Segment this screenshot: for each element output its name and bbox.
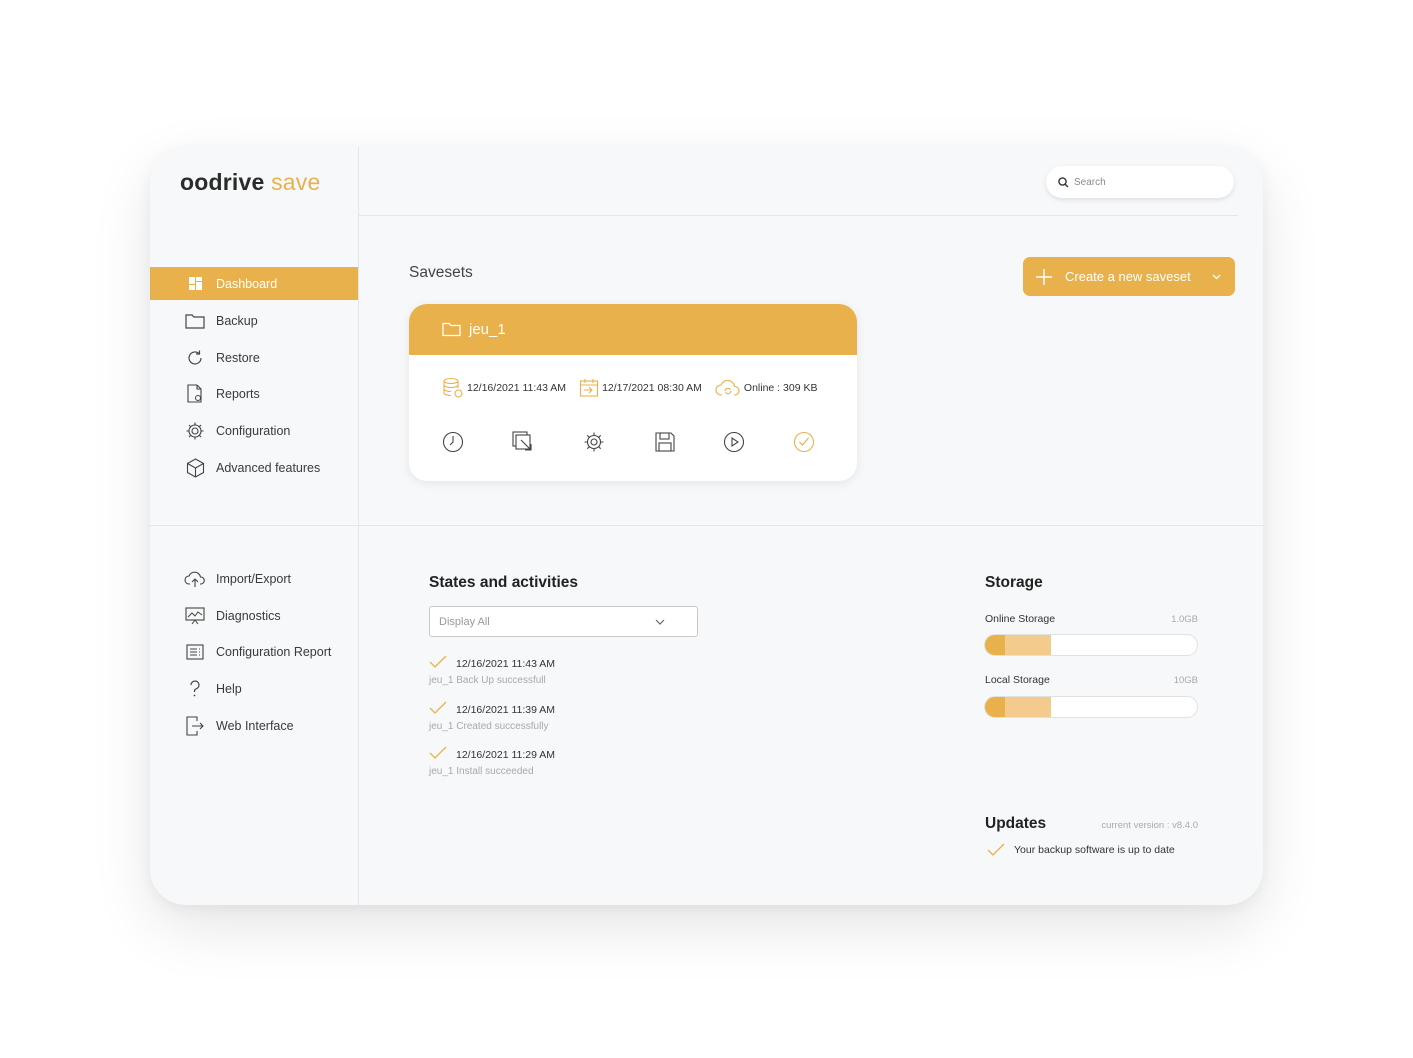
restore-icon [184, 347, 206, 369]
gear-icon [184, 420, 206, 442]
chevron-down-icon[interactable] [1212, 274, 1221, 280]
sidebar-divider [358, 147, 359, 905]
update-status-text: Your backup software is up to date [1014, 844, 1175, 856]
sidebar-item-help[interactable]: Help [150, 672, 358, 705]
saveset-card[interactable]: jeu_1 12/16/2021 11:43 AM 12/17/2021 08:… [409, 304, 857, 481]
check-icon [987, 843, 1005, 857]
plus-icon [1035, 268, 1053, 286]
updates-title: Updates [985, 815, 1047, 832]
sidebar-item-label: Reports [216, 386, 260, 401]
help-icon [184, 678, 206, 700]
storage-title: Storage [985, 574, 1043, 591]
sidebar-item-import-export[interactable]: Import/Export [150, 562, 358, 595]
saveset-actions [442, 431, 815, 453]
online-storage-label: Online Storage [985, 613, 1056, 625]
sidebar-item-label: Dashboard [216, 276, 278, 291]
create-saveset-label: Create a new saveset [1065, 269, 1191, 284]
app-window: oodrive save Dashboard Backup Restore Re… [150, 147, 1263, 905]
activity-datetime: 12/16/2021 11:43 AM [456, 658, 556, 670]
sidebar-item-label: Diagnostics [216, 608, 281, 623]
header-divider [359, 215, 1238, 216]
saveset-info-row: 12/16/2021 11:43 AM 12/17/2021 08:30 AM … [442, 377, 817, 399]
dashboard-icon [184, 273, 206, 295]
sidebar-item-label: Import/Export [216, 571, 292, 586]
savesets-title: Savesets [409, 264, 473, 281]
check-icon [429, 655, 447, 669]
update-status: Your backup software is up to date [987, 843, 1175, 857]
last-backup-date: 12/16/2021 11:43 AM [467, 382, 567, 394]
save-icon[interactable] [654, 431, 676, 453]
sidebar-item-label: Backup [216, 313, 258, 328]
sidebar-item-label: Configuration Report [216, 644, 332, 659]
sidebar-item-label: Advanced features [216, 460, 321, 475]
sidebar-item-configuration[interactable]: Configuration [150, 414, 358, 447]
sidebar-item-configuration-report[interactable]: Configuration Report [150, 635, 358, 668]
folder-icon [184, 310, 206, 332]
sidebar-item-restore[interactable]: Restore [150, 341, 358, 374]
sidebar-item-label: Configuration [216, 423, 291, 438]
sidebar-item-label: Help [216, 681, 242, 696]
chevron-down-icon [655, 619, 665, 625]
activity-datetime: 12/16/2021 11:29 AM [456, 749, 556, 761]
search-input[interactable] [1074, 176, 1214, 188]
activity-item: 12/16/2021 11:43 AM jeu_1 Back Up succes… [429, 655, 729, 695]
search-icon [1058, 176, 1069, 188]
check-icon [429, 701, 447, 715]
sidebar-item-label: Web Interface [216, 718, 294, 733]
sidebar-item-label: Restore [216, 350, 260, 365]
cube-icon [184, 457, 206, 479]
current-version: current version : v8.4.0 [1101, 820, 1198, 831]
online-size: Online : 309 KB [743, 382, 818, 394]
activity-item: 12/16/2021 11:29 AM jeu_1 Install succee… [429, 746, 729, 786]
search-box[interactable] [1046, 166, 1234, 198]
activities-title: States and activities [429, 574, 579, 591]
sidebar-item-web-interface[interactable]: Web Interface [150, 709, 358, 742]
list-icon [184, 641, 206, 663]
activity-description: jeu_1 Install succeeded [429, 766, 534, 777]
next-backup-date: 12/17/2021 08:30 AM [602, 382, 702, 394]
check-icon [429, 746, 447, 760]
exit-icon [184, 715, 206, 737]
report-icon [184, 383, 206, 405]
sidebar-item-reports[interactable]: Reports [150, 377, 358, 410]
activity-item: 12/16/2021 11:39 AM jeu_1 Created succes… [429, 701, 729, 741]
app-logo: oodrive save [180, 169, 321, 195]
activities-filter-select[interactable]: Display All [429, 606, 698, 637]
section-divider [150, 525, 1263, 526]
online-storage-bar [984, 634, 1198, 656]
create-saveset-button[interactable]: Create a new saveset [1023, 257, 1235, 296]
database-icon [443, 377, 463, 398]
play-icon[interactable] [723, 431, 745, 453]
sidebar-item-backup[interactable]: Backup [150, 304, 358, 337]
cloud-sync-icon [715, 379, 740, 396]
diagnostics-icon [184, 605, 206, 627]
online-storage-fill-accent [985, 635, 1005, 655]
check-circle-icon[interactable] [793, 431, 815, 453]
restore-window-icon[interactable] [512, 431, 534, 453]
activity-description: jeu_1 Back Up successfull [429, 675, 546, 686]
settings-icon[interactable] [583, 431, 605, 453]
local-storage-fill-accent [985, 697, 1005, 717]
folder-icon [442, 322, 461, 337]
sidebar-item-advanced-features[interactable]: Advanced features [150, 451, 358, 484]
local-storage-capacity: 10GB [1173, 675, 1198, 686]
sidebar-item-dashboard[interactable]: Dashboard [150, 267, 358, 300]
saveset-name: jeu_1 [469, 321, 506, 338]
local-storage-label: Local Storage [985, 674, 1050, 686]
cloud-upload-icon [184, 568, 206, 590]
saveset-card-header[interactable]: jeu_1 [409, 304, 857, 355]
clock-icon[interactable] [442, 431, 464, 453]
activity-datetime: 12/16/2021 11:39 AM [456, 704, 556, 716]
activity-description: jeu_1 Created successfully [429, 721, 549, 732]
filter-value: Display All [439, 615, 490, 628]
online-storage-capacity: 1.0GB [1171, 614, 1198, 625]
calendar-icon [580, 379, 599, 397]
sidebar-item-diagnostics[interactable]: Diagnostics [150, 599, 358, 632]
local-storage-bar [984, 696, 1198, 718]
